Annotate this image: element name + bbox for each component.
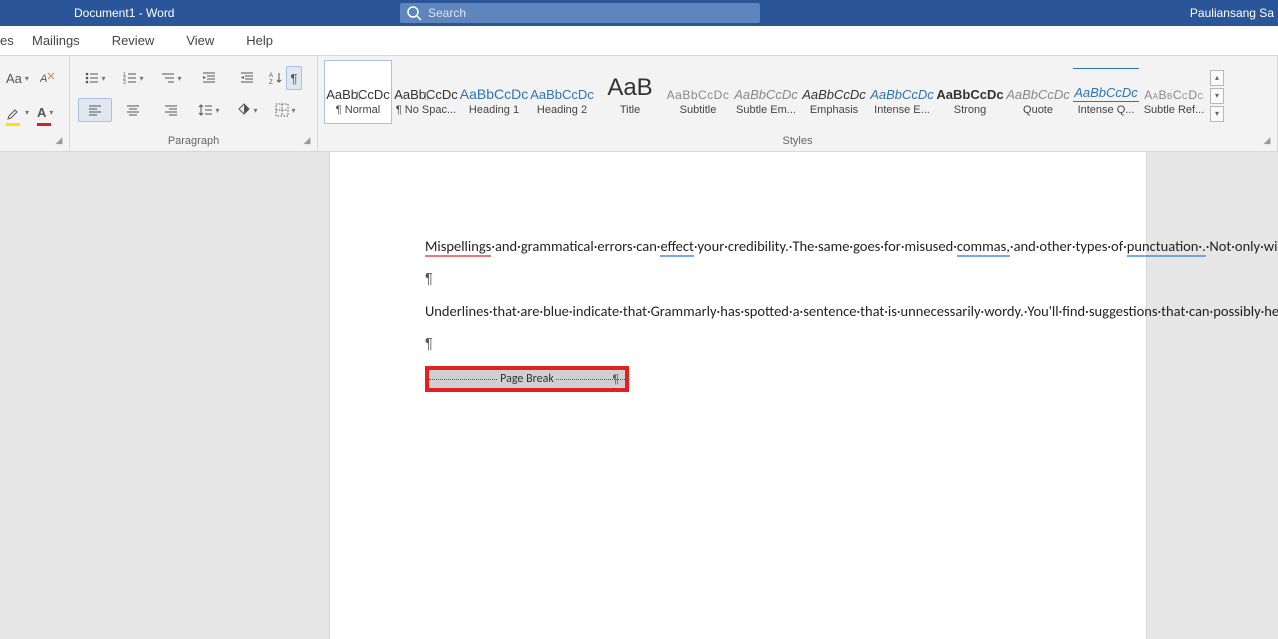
align-left-button[interactable] <box>78 98 112 122</box>
sort-button[interactable]: AZ <box>268 70 284 86</box>
increase-indent-button[interactable] <box>230 66 264 90</box>
numbering-button[interactable]: 123▾ <box>116 66 150 90</box>
style-subtitle[interactable]: AaBbCcDcSubtitle <box>664 60 732 124</box>
tab-mailings[interactable]: Mailings <box>16 26 96 56</box>
paragraph-group-label: Paragraph ◢ <box>70 135 317 151</box>
page-break-label: Page Break <box>498 372 556 386</box>
style--normal[interactable]: AaBbCcDc¶ Normal <box>324 60 392 124</box>
window-title: Document1 - Word <box>74 6 174 20</box>
user-name[interactable]: Pauliansang Sa <box>1190 6 1274 20</box>
svg-text:Z: Z <box>269 80 273 86</box>
font-color-button[interactable]: A▾ <box>37 102 53 124</box>
clear-formatting-button[interactable]: A <box>37 67 59 89</box>
tab-help[interactable]: Help <box>230 26 289 56</box>
styles-dialog-launcher[interactable]: ◢ <box>1261 135 1273 147</box>
text-highlight-button[interactable]: ▾ <box>6 102 29 124</box>
svg-text:3: 3 <box>123 80 126 86</box>
align-center-button[interactable] <box>116 98 150 122</box>
tab-view[interactable]: View <box>170 26 230 56</box>
style-subtle-em-[interactable]: AaBbCcDcSubtle Em... <box>732 60 800 124</box>
page-break-highlight[interactable]: Page Break ¶ <box>425 366 629 392</box>
style-intense-q-[interactable]: AaBbCcDcIntense Q... <box>1072 60 1140 124</box>
document-body[interactable]: Mispellings·and·grammatical·errors·can·e… <box>425 236 1051 392</box>
styles-row-up[interactable]: ▴ <box>1210 70 1224 86</box>
style-heading-2[interactable]: AaBbCcDcHeading 2 <box>528 60 596 124</box>
ribbon: Aa▾ A ▾ A▾ ◢ ▾ 123▾ ▾ AZ ¶ ▾ ▾ ▾ <box>0 56 1278 152</box>
style--no-spac-[interactable]: AaBbCcDc¶ No Spac... <box>392 60 460 124</box>
style-strong[interactable]: AaBbCcDcStrong <box>936 60 1004 124</box>
style-intense-e-[interactable]: AaBbCcDcIntense E... <box>868 60 936 124</box>
paragraph-2-empty[interactable]: ¶ <box>425 268 1051 289</box>
styles-expand[interactable]: ▾ <box>1210 106 1224 122</box>
decrease-indent-button[interactable] <box>192 66 226 90</box>
font-group-label: ◢ <box>0 135 69 151</box>
search-icon <box>406 5 422 21</box>
paragraph-group: ▾ 123▾ ▾ AZ ¶ ▾ ▾ ▾ Paragraph ◢ <box>70 56 318 151</box>
paragraph-4-empty[interactable]: ¶ <box>425 333 1051 354</box>
style-quote[interactable]: AaBbCcDcQuote <box>1004 60 1072 124</box>
menubar: es Mailings Review View Help <box>0 26 1278 56</box>
search-box[interactable] <box>400 3 760 23</box>
font-group: Aa▾ A ▾ A▾ ◢ <box>0 56 70 151</box>
svg-text:A: A <box>269 73 273 79</box>
bullets-button[interactable]: ▾ <box>78 66 112 90</box>
svg-text:A: A <box>40 73 47 85</box>
tab-references-cut[interactable]: es <box>0 26 16 56</box>
line-spacing-button[interactable]: ▾ <box>192 98 226 122</box>
paragraph-3[interactable]: Underlines·that·are·blue·indicate·that·G… <box>425 301 1051 321</box>
style-heading-1[interactable]: AaBbCcDcHeading 1 <box>460 60 528 124</box>
styles-group: AaBbCcDc¶ NormalAaBbCcDc¶ No Spac...AaBb… <box>318 56 1278 151</box>
style-emphasis[interactable]: AaBbCcDcEmphasis <box>800 60 868 124</box>
borders-button[interactable]: ▾ <box>268 98 302 122</box>
font-dialog-launcher[interactable]: ◢ <box>53 135 65 147</box>
styles-group-label: Styles ◢ <box>318 135 1277 151</box>
title-bar: Document1 - Word Pauliansang Sa <box>0 0 1278 26</box>
shading-button[interactable]: ▾ <box>230 98 264 122</box>
paragraph-dialog-launcher[interactable]: ◢ <box>301 135 313 147</box>
show-hide-formatting-button[interactable]: ¶ <box>286 66 302 90</box>
tab-review[interactable]: Review <box>96 26 171 56</box>
paragraph-1[interactable]: Mispellings·and·grammatical·errors·can·e… <box>425 236 1051 256</box>
search-input[interactable] <box>428 6 754 20</box>
align-right-button[interactable] <box>154 98 188 122</box>
change-case-button[interactable]: Aa▾ <box>6 67 29 89</box>
document-canvas[interactable]: Mispellings·and·grammatical·errors·can·e… <box>0 152 1278 639</box>
style-title[interactable]: AaBTitle <box>596 60 664 124</box>
styles-row-down[interactable]: ▾ <box>1210 88 1224 104</box>
style-subtle-ref-[interactable]: AaBbCcDcSubtle Ref... <box>1140 60 1208 124</box>
page-1[interactable]: Mispellings·and·grammatical·errors·can·e… <box>330 152 1146 639</box>
multilevel-list-button[interactable]: ▾ <box>154 66 188 90</box>
